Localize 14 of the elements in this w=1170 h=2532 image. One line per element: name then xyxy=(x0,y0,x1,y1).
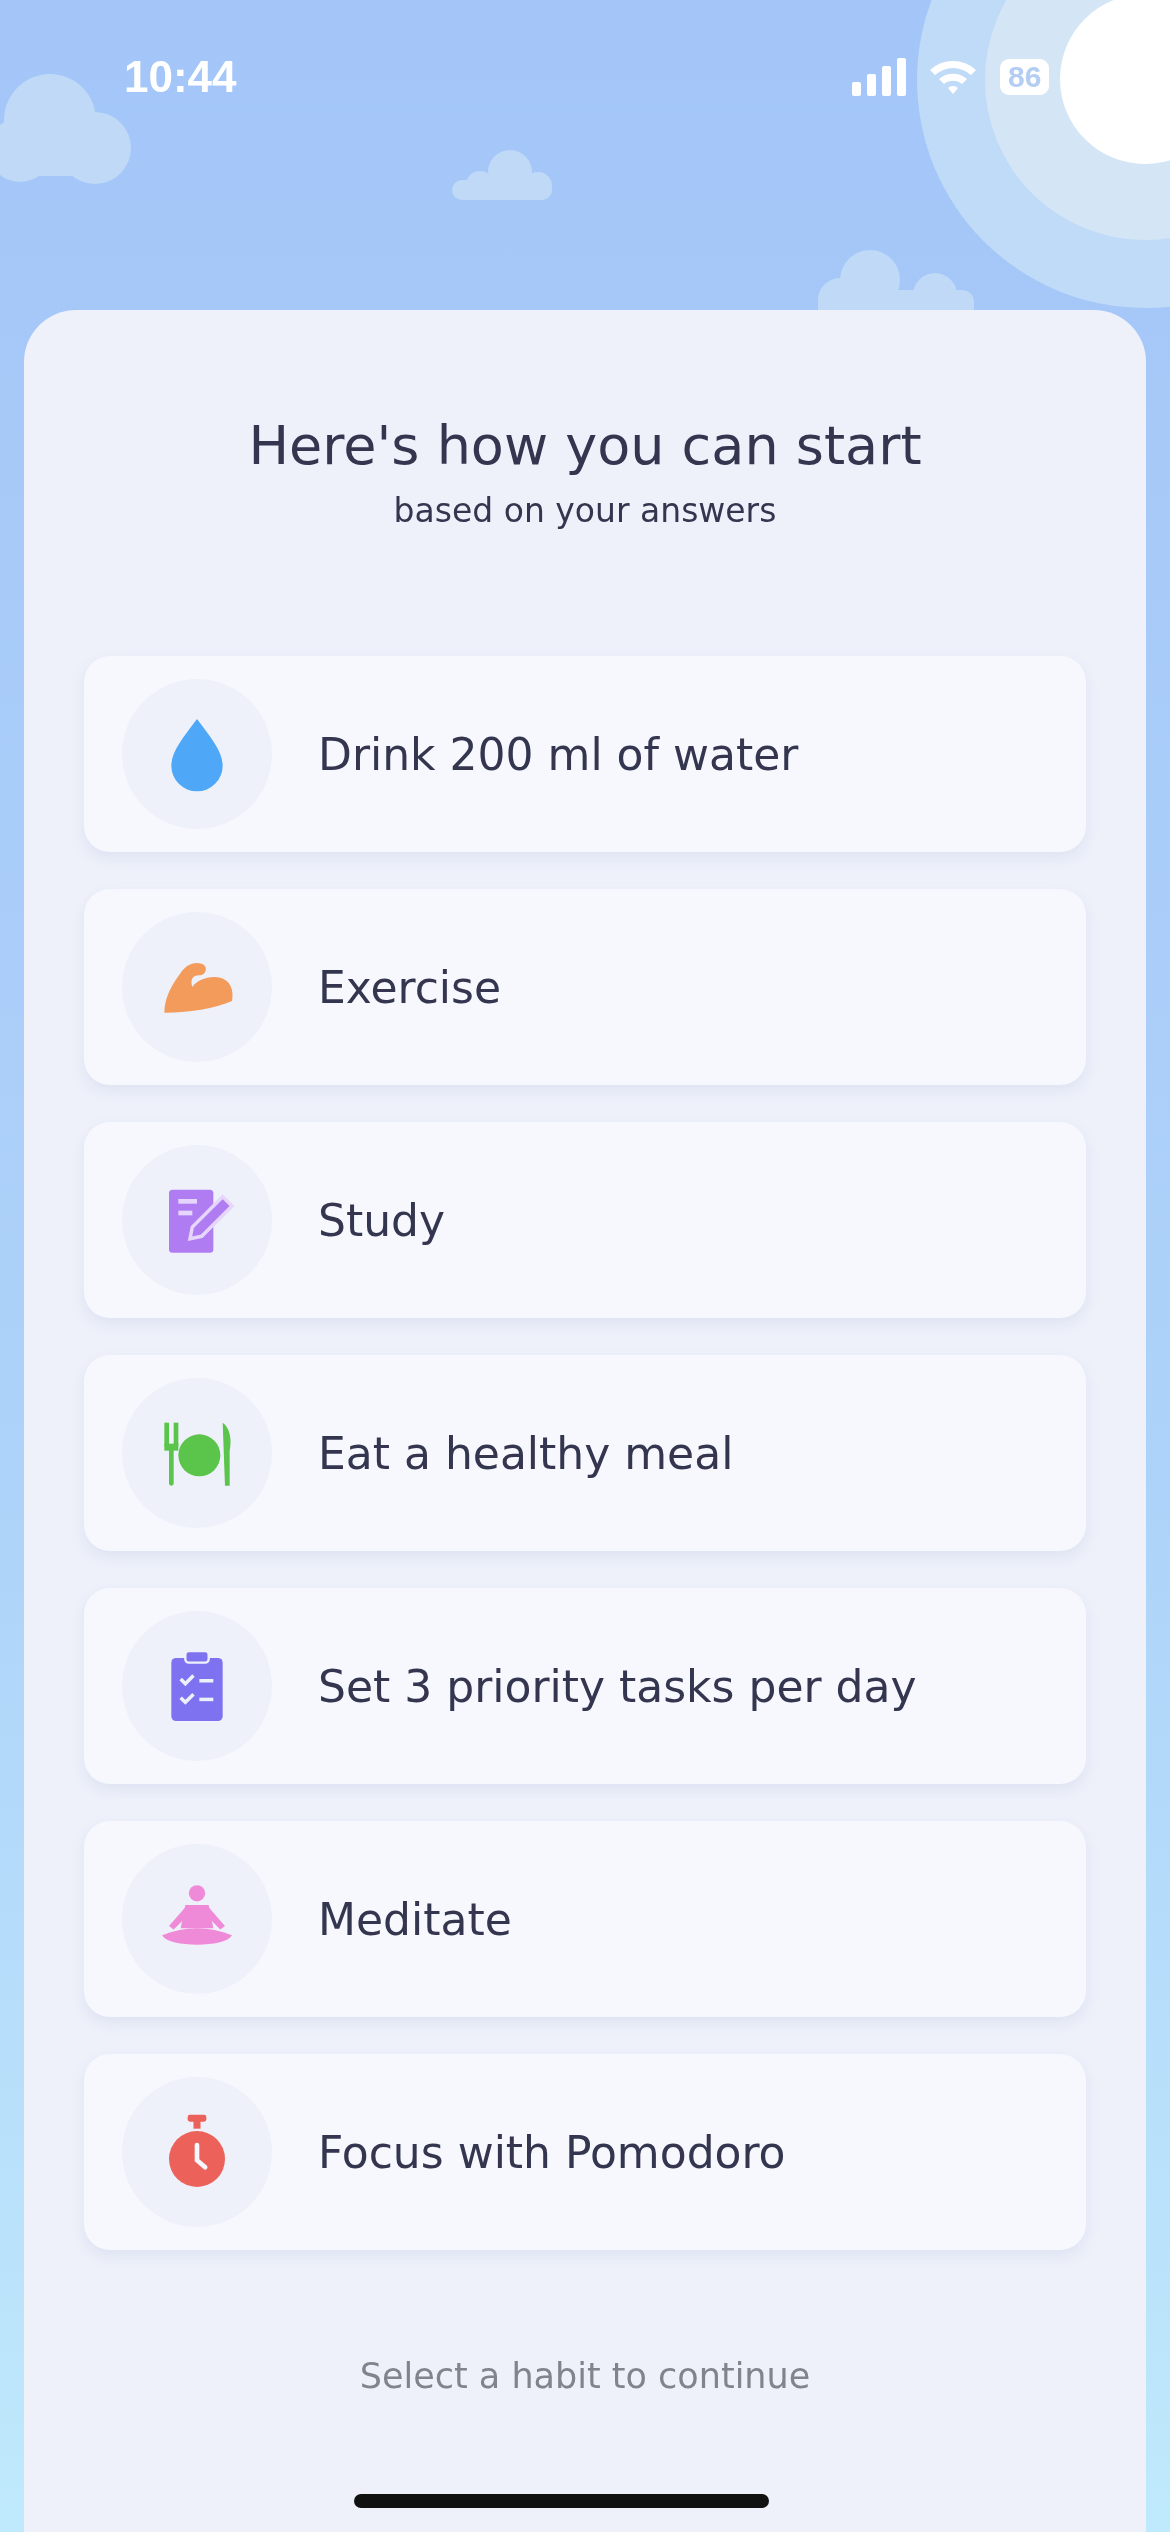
habit-button[interactable]: Eat a healthy meal xyxy=(84,1355,1086,1551)
subtitle: based on your answers xyxy=(393,491,777,530)
signal-icon xyxy=(852,58,906,96)
habit-button[interactable]: Meditate xyxy=(84,1821,1086,2017)
hint-text: Select a habit to continue xyxy=(359,2356,811,2396)
habit-button[interactable]: Focus with Pomodoro xyxy=(84,2054,1086,2250)
title: Here's how you can start xyxy=(248,414,922,477)
battery-level: 86 xyxy=(1000,59,1050,95)
habit-button[interactable]: Exercise xyxy=(84,889,1086,1085)
habit-button[interactable]: Set 3 priority tasks per day xyxy=(84,1588,1086,1784)
habit-button[interactable]: Study xyxy=(84,1122,1086,1318)
wifi-icon xyxy=(928,58,978,96)
status-time: 10:44 xyxy=(124,52,237,102)
habit-button[interactable]: Drink 200 ml of water xyxy=(84,656,1086,852)
